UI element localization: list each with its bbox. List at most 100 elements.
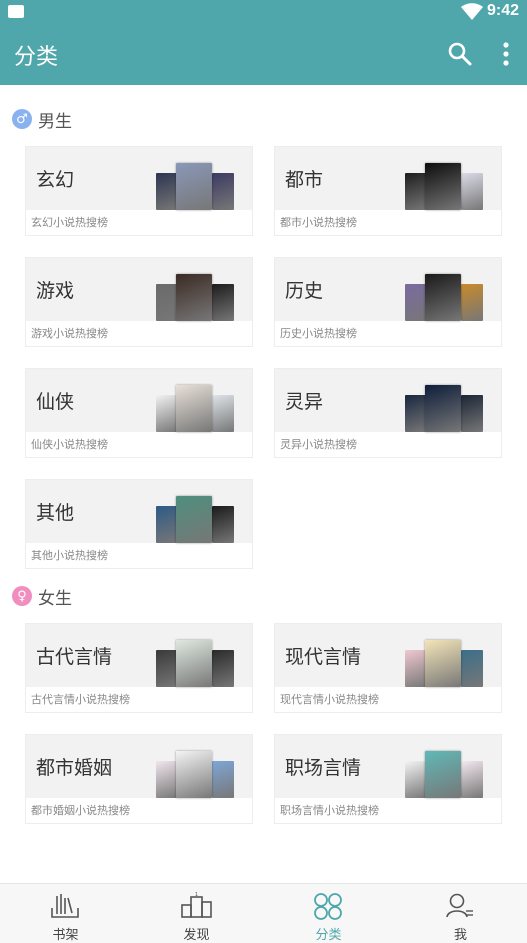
nav-label: 发现 [183,928,210,943]
card-header: 玄幻 [26,147,252,210]
category-card[interactable]: 职场言情职场言情小说热搜榜 [274,734,502,824]
book-covers [156,496,236,543]
category-name: 仙侠 [36,391,75,413]
book-cover-image [461,173,483,210]
book-cover-image [156,395,178,432]
nav-profile[interactable]: 我 [395,884,526,943]
female-icon: ♀ [12,586,32,606]
category-card[interactable]: 历史 历史小说热搜榜 [274,257,502,347]
category-subtitle: 现代言情小说热搜榜 [280,693,379,706]
category-card[interactable]: 都市婚姻都市婚姻小说热搜榜 [25,734,253,824]
search-icon[interactable] [447,41,473,67]
category-name: 古代言情 [36,646,113,668]
category-subtitle: 职场言情小说热搜榜 [280,804,379,817]
category-name: 灵异 [285,391,324,413]
section-female: ♀ 女生 [12,584,72,609]
status-bar: 9:42 [0,0,527,24]
book-covers [156,163,236,210]
book-cover-image [212,284,234,321]
book-cover-image [461,761,483,798]
nav-discover[interactable]: 1 发现 [131,884,262,943]
category-name: 都市婚姻 [36,757,113,779]
category-name: 都市 [285,169,324,191]
card-header: 职场言情 [275,735,501,798]
book-cover-image [461,395,483,432]
nav-label: 我 [453,928,467,943]
book-cover-image [425,751,461,798]
card-header: 其他 [26,480,252,543]
book-cover-image [405,173,427,210]
book-cover-image [176,274,212,321]
book-covers [405,274,485,321]
wifi-icon [461,3,483,20]
category-name: 职场言情 [285,757,362,779]
category-name: 其他 [36,502,75,524]
card-header: 古代言情 [26,624,252,687]
book-cover-image [212,761,234,798]
category-subtitle: 其他小说热搜榜 [31,549,108,562]
book-cover-image [212,650,234,687]
more-options-icon[interactable] [496,41,516,67]
book-cover-image [156,173,178,210]
book-cover-image [212,506,234,543]
book-cover-image [405,284,427,321]
card-header: 仙侠 [26,369,252,432]
book-cover-image [156,761,178,798]
profile-icon [446,893,473,918]
card-header: 都市婚姻 [26,735,252,798]
category-name: 游戏 [36,280,75,302]
category-card[interactable]: 现代言情现代言情小说热搜榜 [274,623,502,713]
book-cover-image [176,751,212,798]
category-card[interactable]: 古代言情 古代言情小说热搜榜 [25,623,253,713]
category-card[interactable]: 都市都市小说热搜榜 [274,146,502,236]
book-covers [156,751,236,798]
book-covers [156,640,236,687]
category-subtitle: 都市婚姻小说热搜榜 [31,804,130,817]
book-cover-image [176,496,212,543]
card-header: 现代言情 [275,624,501,687]
book-cover-image [176,163,212,210]
category-subtitle: 灵异小说热搜榜 [280,438,357,451]
book-cover-image [405,650,427,687]
book-cover-image [176,640,212,687]
nav-label: 分类 [315,928,342,943]
section-male: ♂ 男生 [12,107,72,132]
book-cover-image [156,506,178,543]
card-header: 灵异 [275,369,501,432]
app-bar: 分类 [0,24,527,85]
card-header: 游戏 [26,258,252,321]
book-covers [405,163,485,210]
category-card[interactable]: 游戏游戏小说热搜榜 [25,257,253,347]
nav-label: 书架 [52,928,79,943]
section-female-title: 女生 [38,588,72,609]
book-cover-image [405,395,427,432]
book-cover-image [212,173,234,210]
category-card[interactable]: 仙侠仙侠小说热搜榜 [25,368,253,458]
book-covers [405,385,485,432]
nav-bookshelf[interactable]: 书架 [0,884,131,943]
category-card[interactable]: 其他其他小说热搜榜 [25,479,253,569]
book-covers [405,751,485,798]
bottom-nav: 书架 1 发现 分类 我 [0,883,527,943]
category-subtitle: 都市小说热搜榜 [280,216,357,229]
sim-card-icon [8,5,24,18]
book-cover-image [425,274,461,321]
book-cover-image [425,163,461,210]
book-cover-image [461,284,483,321]
category-name: 玄幻 [36,169,75,191]
category-subtitle: 玄幻小说热搜榜 [31,216,108,229]
nav-category[interactable]: 分类 [263,884,394,943]
category-subtitle: 游戏小说热搜榜 [31,327,108,340]
book-covers [405,640,485,687]
svg-text:1: 1 [195,892,198,898]
book-cover-image [212,395,234,432]
book-covers [156,274,236,321]
male-icon: ♂ [12,109,32,129]
category-card[interactable]: 玄幻玄幻小说热搜榜 [25,146,253,236]
book-cover-image [425,385,461,432]
category-card[interactable]: 灵异灵异小说热搜榜 [274,368,502,458]
card-header: 历史 [275,258,501,321]
category-icon [314,893,342,920]
book-cover-image [176,385,212,432]
category-subtitle: 仙侠小说热搜榜 [31,438,108,451]
